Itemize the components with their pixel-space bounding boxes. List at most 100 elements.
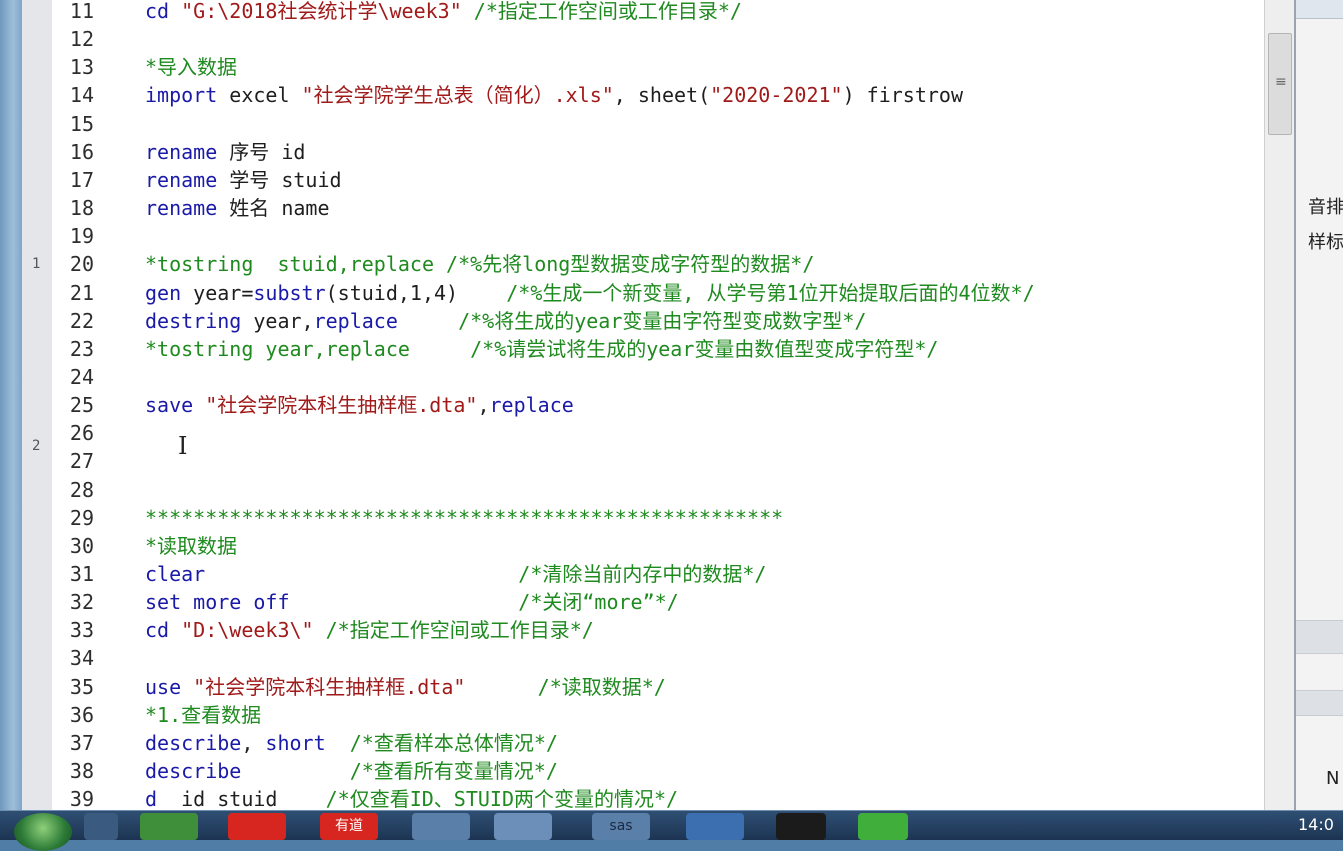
code-line[interactable]: 18 rename 姓名 name (52, 194, 1264, 222)
code-line[interactable]: 27 (52, 447, 1264, 475)
code-line[interactable]: 16 rename 序号 id (52, 138, 1264, 166)
code-token: /*查看所有变量情况*/ (349, 759, 558, 784)
code-token: gen (145, 280, 182, 305)
code-token: 序号 id (217, 139, 306, 164)
line-number: 22 (69, 308, 94, 333)
taskbar-app-sas[interactable]: sas (592, 813, 650, 840)
line-number: 20 (69, 252, 94, 277)
line-code: import excel "社会学院学生总表（简化）.xls", sheet("… (145, 81, 963, 109)
code-token: ****************************************… (145, 505, 784, 530)
code-line[interactable]: 19 (52, 222, 1264, 250)
taskbar-app-youdao[interactable]: 有道 (320, 813, 378, 840)
line-code: destring year,replace /*%将生成的year变量由字符型变… (145, 307, 866, 335)
side-panel-text: 样标 (1308, 232, 1343, 253)
code-line[interactable]: 22 destring year,replace /*%将生成的year变量由字符… (52, 307, 1264, 335)
text-cursor-icon: I (178, 432, 188, 460)
desktop-background-strip (0, 0, 22, 810)
vertical-scrollbar[interactable]: ≡ (1264, 0, 1295, 810)
taskbar-app-button[interactable] (228, 813, 286, 840)
code-line[interactable]: 37 describe, short /*查看样本总体情况*/ (52, 729, 1264, 757)
side-panel-header (1296, 0, 1343, 19)
code-token: *1.查看数据 (145, 702, 262, 727)
taskbar-app-button[interactable] (412, 813, 470, 840)
code-token: 姓名 name (217, 196, 330, 221)
code-token: "2020-2021" (710, 83, 843, 108)
code-token: use (145, 674, 182, 699)
line-number: 29 (69, 505, 94, 530)
code-line[interactable]: 28 (52, 476, 1264, 504)
line-number: 11 (69, 0, 94, 23)
taskbar-app-wechat[interactable] (858, 813, 908, 840)
line-number: 39 (69, 787, 94, 810)
code-line[interactable]: 15 (52, 110, 1264, 138)
side-panel: 音排 样标 N (1294, 0, 1343, 810)
code-line[interactable]: 35 use "社会学院本科生抽样框.dta" /*读取数据*/ (52, 673, 1264, 701)
line-number: 27 (69, 449, 94, 474)
line-code: *tostring stuid,replace /*%先将long型数据变成字符… (145, 250, 814, 278)
code-token: excel (217, 83, 302, 108)
code-token: replace (489, 393, 574, 418)
code-line[interactable]: 13 *导入数据 (52, 53, 1264, 81)
code-line[interactable]: 17 rename 学号 stuid (52, 166, 1264, 194)
code-token: , (477, 393, 490, 418)
code-token: , (241, 730, 266, 755)
line-code: *1.查看数据 (145, 701, 261, 729)
start-button[interactable] (14, 813, 72, 851)
code-line[interactable]: 12 (52, 25, 1264, 53)
line-number: 13 (69, 55, 94, 80)
line-code: clear /*清除当前内存中的数据*/ (145, 560, 766, 588)
code-line[interactable]: 38 describe /*查看所有变量情况*/ (52, 757, 1264, 785)
tray-clock: 14:0 (1298, 815, 1334, 834)
code-line[interactable]: 39 d id stuid /*仅查看ID、STUID两个变量的情况*/ (52, 785, 1264, 810)
code-token: 学号 stuid (217, 167, 342, 192)
windows-taskbar: 有道 sas 14:0 (0, 810, 1343, 851)
code-token: d (145, 787, 158, 810)
code-token: clear (145, 562, 206, 586)
taskbar-app-button[interactable] (140, 813, 198, 840)
code-token: rename (145, 139, 218, 164)
code-token: /*指定工作空间或工作目录*/ (325, 618, 594, 643)
code-line[interactable]: 25 save "社会学院本科生抽样框.dta",replace (52, 391, 1264, 419)
code-line[interactable]: 23 *tostring year,replace /*%请尝试将生成的year变… (52, 335, 1264, 363)
code-line[interactable]: 24 (52, 363, 1264, 391)
do-file-editor[interactable]: 11 cd "G:\2018社会统计学\week3" /*指定工作空间或工作目录*… (52, 0, 1264, 810)
taskbar-app-qq[interactable] (776, 813, 826, 840)
side-panel-band (1296, 620, 1343, 654)
code-token: *tostring year,replace /*%请尝试将生成的year变量由… (145, 336, 939, 361)
code-line[interactable]: 20 *tostring stuid,replace /*%先将long型数据变成… (52, 250, 1264, 278)
line-code: *读取数据 (145, 532, 237, 560)
line-code: describe, short /*查看样本总体情况*/ (145, 729, 558, 757)
line-number: 28 (69, 477, 94, 502)
line-code: rename 学号 stuid (145, 166, 342, 194)
code-token: "G:\2018社会统计学\week3" (181, 0, 462, 23)
code-line[interactable]: 30 *读取数据 (52, 532, 1264, 560)
taskbar-app-button[interactable] (494, 813, 552, 840)
code-line[interactable]: 26 (52, 419, 1264, 447)
code-line[interactable]: 36 *1.查看数据 (52, 701, 1264, 729)
line-code: cd "D:\week3\" /*指定工作空间或工作目录*/ (145, 616, 594, 644)
code-line[interactable]: 34 (52, 644, 1264, 672)
code-token: short (265, 730, 326, 755)
code-line[interactable]: 29 **************************************… (52, 504, 1264, 532)
code-line[interactable]: 21 gen year=substr(stuid,1,4) /*%生成一个新变量,… (52, 279, 1264, 307)
code-token: save (145, 393, 194, 418)
code-line[interactable]: 11 cd "G:\2018社会统计学\week3" /*指定工作空间或工作目录*… (52, 0, 1264, 25)
code-line[interactable]: 32 set more off /*关闭“more”*/ (52, 588, 1264, 616)
code-token: /*读取数据*/ (537, 674, 666, 699)
taskbar-app-button[interactable] (686, 813, 744, 840)
code-token: rename (145, 196, 218, 221)
line-number: 30 (69, 533, 94, 558)
line-number: 34 (69, 646, 94, 671)
taskbar-grip[interactable] (84, 813, 118, 840)
code-line[interactable]: 14 import excel "社会学院学生总表（简化）.xls", sheet… (52, 81, 1264, 109)
scrollbar-thumb[interactable]: ≡ (1268, 33, 1292, 135)
line-number: 21 (69, 280, 94, 305)
code-line[interactable]: 31 clear /*清除当前内存中的数据*/ (52, 560, 1264, 588)
line-code: use "社会学院本科生抽样框.dta" /*读取数据*/ (145, 673, 666, 701)
line-code: cd "G:\2018社会统计学\week3" /*指定工作空间或工作目录*/ (145, 0, 742, 25)
code-line[interactable]: 33 cd "D:\week3\" /*指定工作空间或工作目录*/ (52, 616, 1264, 644)
